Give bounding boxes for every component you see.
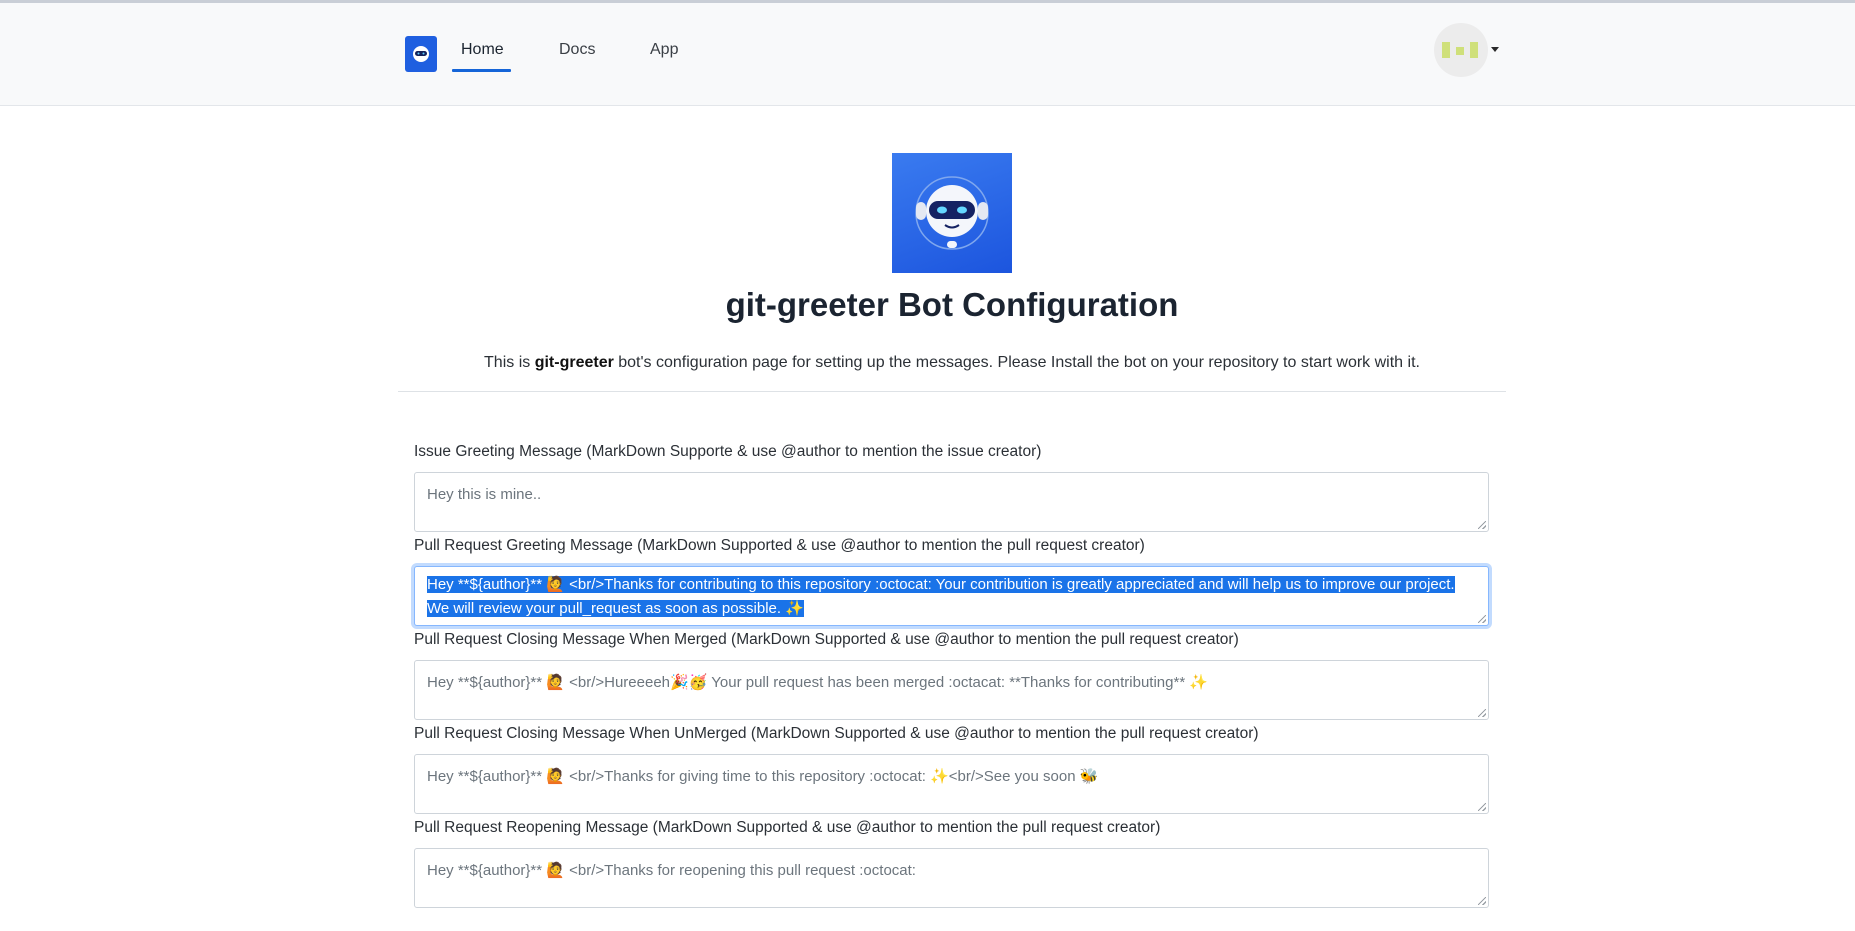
nav-app-link[interactable]: App — [650, 41, 678, 59]
page-title: git-greeter Bot Configuration — [725, 286, 1179, 323]
robot-icon[interactable] — [405, 36, 437, 72]
resize-handle-icon[interactable] — [1478, 709, 1486, 717]
avatar-dropdown-caret-icon[interactable] — [1491, 47, 1499, 52]
user-avatar[interactable] — [1434, 23, 1488, 77]
navbar: Home Docs App — [0, 3, 1855, 106]
section-divider — [398, 391, 1506, 392]
pr-unmerged-textarea[interactable]: Hey **${author}** 🙋 <br/>Thanks for givi… — [414, 754, 1489, 814]
pr-unmerged-value: Hey **${author}** 🙋 <br/>Thanks for givi… — [427, 768, 1099, 785]
pr-merged-label: Pull Request Closing Message When Merged… — [414, 631, 1239, 648]
description-suffix: bot's configuration page for setting up … — [613, 354, 1420, 371]
description-prefix: This is — [484, 354, 535, 371]
resize-handle-icon[interactable] — [1478, 521, 1486, 529]
nav-active-indicator — [452, 69, 511, 72]
pr-merged-value: Hey **${author}** 🙋 <br/>Hureeeeh🎉🥳 Your… — [427, 674, 1208, 691]
pr-reopen-label: Pull Request Reopening Message (MarkDown… — [414, 819, 1161, 836]
resize-handle-icon[interactable] — [1478, 803, 1486, 811]
pr-unmerged-label: Pull Request Closing Message When UnMerg… — [414, 725, 1259, 742]
pr-reopen-textarea[interactable]: Hey **${author}** 🙋 <br/>Thanks for reop… — [414, 848, 1489, 908]
issue-greeting-value: Hey this is mine.. — [427, 486, 542, 503]
nav-docs-link[interactable]: Docs — [559, 41, 595, 59]
resize-handle-icon[interactable] — [1478, 897, 1486, 905]
pr-greeting-label: Pull Request Greeting Message (MarkDown … — [414, 537, 1145, 554]
resize-handle-icon[interactable] — [1478, 615, 1486, 623]
nav-home-link[interactable]: Home — [461, 41, 504, 59]
pr-reopen-value: Hey **${author}** 🙋 <br/>Thanks for reop… — [427, 862, 916, 879]
issue-greeting-label: Issue Greeting Message (MarkDown Support… — [414, 443, 1042, 460]
description-bot-name: git-greeter — [534, 354, 614, 371]
pr-merged-textarea[interactable]: Hey **${author}** 🙋 <br/>Hureeeeh🎉🥳 Your… — [414, 660, 1489, 720]
page-description: This is git-greeter bot's configuration … — [0, 354, 1855, 372]
robot-icon — [915, 176, 989, 250]
bot-logo — [892, 153, 1012, 273]
pr-greeting-textarea[interactable]: Hey **${author}** 🙋 <br/>Thanks for cont… — [414, 566, 1489, 626]
issue-greeting-textarea[interactable]: Hey this is mine.. — [414, 472, 1489, 532]
pr-greeting-value: Hey **${author}** 🙋 <br/>Thanks for cont… — [427, 576, 1455, 617]
